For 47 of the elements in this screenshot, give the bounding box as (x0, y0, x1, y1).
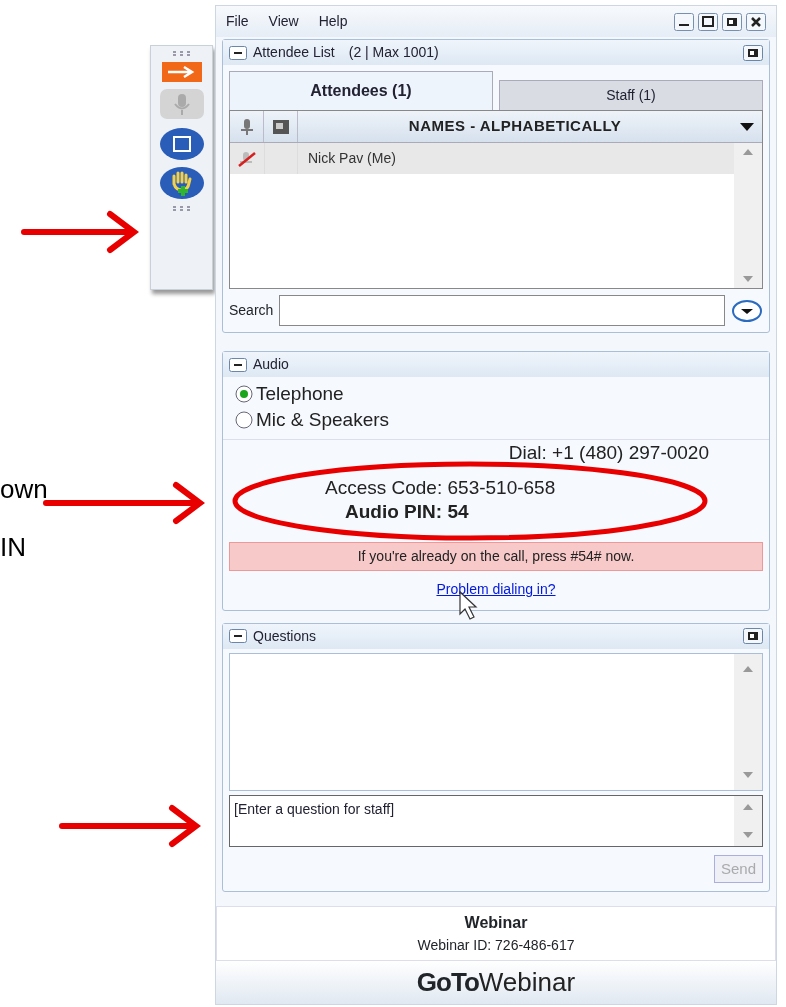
grip-icon (171, 50, 192, 56)
access-code: Access Code: 653-510-658 (325, 476, 557, 501)
panel-title: Audio (253, 355, 289, 375)
tab[interactable]: Attendees (1) (229, 71, 493, 111)
search-label: Search (229, 301, 274, 321)
popout-icon[interactable] (743, 628, 763, 644)
option-label: Telephone (256, 382, 344, 407)
attendee-count: (2 | Max 1001) (348, 43, 439, 63)
panel-title: Questions (253, 626, 317, 646)
restore-icon[interactable] (722, 12, 742, 31)
minimize-icon[interactable] (674, 12, 694, 31)
tab[interactable]: Staff (1) (499, 80, 763, 111)
maximize-icon[interactable] (698, 12, 718, 31)
dial-number: Dial: +1 (480) 297-0020 (508, 441, 709, 466)
radio-option[interactable]: Telephone (235, 381, 757, 408)
attendee-row[interactable]: Nick Pav (Me) (230, 143, 734, 175)
panel-title: Attendee List (253, 43, 335, 63)
logo-text: GoToWebinar (416, 967, 576, 997)
dropdown-icon[interactable] (731, 298, 763, 323)
attendee-name: Nick Pav (Me) (307, 149, 396, 169)
dropdown-icon[interactable] (740, 122, 754, 131)
screen-icon (271, 118, 290, 135)
raise-hand-button[interactable] (158, 166, 205, 199)
screen-button[interactable] (158, 127, 205, 160)
collapse-icon[interactable] (229, 629, 247, 643)
menu-item[interactable]: File (226, 11, 249, 33)
radio-button[interactable] (235, 411, 253, 430)
help-link[interactable]: Problem dialing in? (436, 579, 556, 601)
menu-item[interactable]: View (268, 11, 299, 33)
collapse-icon[interactable] (229, 45, 247, 60)
arrow-button[interactable] (161, 62, 202, 82)
option-label: Mic & Speakers (256, 408, 390, 433)
radio-option[interactable]: Mic & Speakers (235, 407, 757, 434)
grip-icon (171, 205, 192, 211)
webinar-title: Webinar (463, 913, 529, 933)
microphone-icon (239, 117, 254, 136)
slide-text: own (0, 473, 48, 506)
menu-item[interactable]: Help (318, 11, 348, 33)
radio-button[interactable] (235, 385, 253, 404)
collapse-icon[interactable] (229, 357, 247, 372)
webinar-id: Webinar ID: 726-486-617 (416, 936, 576, 955)
search-field[interactable] (279, 295, 725, 327)
audio-pin: Audio PIN: 54 (345, 500, 470, 525)
close-icon[interactable] (746, 12, 766, 31)
popout-icon[interactable] (743, 44, 763, 61)
notice-banner: If you're already on the call, press #54# now. (229, 542, 763, 572)
slide-text: IN (0, 531, 26, 564)
